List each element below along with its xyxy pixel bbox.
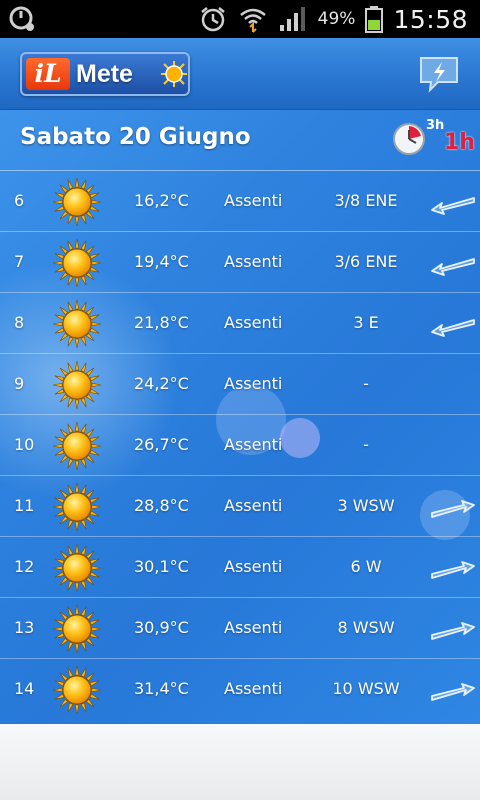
- sun-icon: [52, 665, 102, 715]
- forecast-row[interactable]: 7 19,4°C Assenti 3/6 ENE: [0, 231, 480, 292]
- wifi-icon: [239, 8, 266, 33]
- forecast-temperature: 31,4°C: [134, 679, 189, 698]
- forecast-temperature: 16,2°C: [134, 191, 189, 210]
- forecast-temperature: 30,1°C: [134, 557, 189, 576]
- sun-icon: [52, 543, 102, 593]
- sun-icon: [52, 360, 102, 410]
- interval-toggle[interactable]: 3h 1h: [392, 118, 475, 160]
- forecast-hour: 13: [14, 618, 35, 637]
- forecast-wind: 3/6 ENE: [334, 252, 398, 271]
- forecast-hour: 9: [14, 374, 25, 393]
- battery-icon: [365, 6, 384, 33]
- day-header: Sabato 20 Giugno 3h 1h: [0, 110, 480, 170]
- forecast-panel: Sabato 20 Giugno 3h 1h 6 16,2°C Assenti …: [0, 110, 480, 724]
- forecast-wind: 6 W: [350, 557, 382, 576]
- forecast-wind: 3 WSW: [337, 496, 395, 515]
- forecast-row[interactable]: 11 28,8°C Assenti 3 WSW: [0, 475, 480, 536]
- forecast-precipitation: Assenti: [224, 679, 283, 698]
- forecast-temperature: 30,9°C: [134, 618, 189, 637]
- clock-icon: [393, 123, 425, 155]
- day-title: Sabato 20 Giugno: [20, 124, 251, 150]
- forecast-hour: 8: [14, 313, 25, 332]
- forecast-row[interactable]: 12 30,1°C Assenti 6 W: [0, 536, 480, 597]
- forecast-hour: 14: [14, 679, 35, 698]
- forecast-precipitation: Assenti: [224, 557, 283, 576]
- sync-icon: [9, 6, 34, 31]
- forecast-precipitation: Assenti: [224, 496, 283, 515]
- wind-direction-icon: [430, 368, 476, 400]
- wind-direction-icon: [430, 307, 476, 339]
- forecast-temperature: 26,7°C: [134, 435, 189, 454]
- forecast-wind: -: [363, 374, 369, 393]
- wind-direction-icon: [430, 490, 476, 522]
- forecast-row[interactable]: 14 31,4°C Assenti 10 WSW: [0, 658, 480, 719]
- sun-icon: [52, 177, 102, 227]
- forecast-wind: 3/8 ENE: [334, 191, 398, 210]
- interval-1h-option[interactable]: 1h: [444, 130, 475, 155]
- forecast-precipitation: Assenti: [224, 252, 283, 271]
- forecast-row[interactable]: 6 16,2°C Assenti 3/8 ENE: [0, 170, 480, 231]
- forecast-precipitation: Assenti: [224, 618, 283, 637]
- forecast-precipitation: Assenti: [224, 374, 283, 393]
- forecast-wind: -: [363, 435, 369, 454]
- wind-direction-icon: [430, 673, 476, 705]
- forecast-temperature: 24,2°C: [134, 374, 189, 393]
- footer-area: [0, 724, 480, 800]
- logo-text: Mete: [76, 60, 133, 88]
- forecast-wind: 8 WSW: [337, 618, 395, 637]
- forecast-hour: 6: [14, 191, 25, 210]
- alarm-icon: [200, 7, 225, 32]
- forecast-precipitation: Assenti: [224, 435, 283, 454]
- sun-icon: [52, 238, 102, 288]
- wind-direction-icon: [430, 612, 476, 644]
- wind-direction-icon: [430, 246, 476, 278]
- logo-sun-icon: [161, 61, 187, 87]
- forecast-wind: 3 E: [353, 313, 379, 332]
- forecast-temperature: 19,4°C: [134, 252, 189, 271]
- forecast-row[interactable]: 10 26,7°C Assenti -: [0, 414, 480, 475]
- forecast-row[interactable]: 8 21,8°C Assenti 3 E: [0, 292, 480, 353]
- forecast-hour: 7: [14, 252, 25, 271]
- forecast-precipitation: Assenti: [224, 191, 283, 210]
- forecast-wind: 10 WSW: [332, 679, 400, 698]
- wind-direction-icon: [430, 551, 476, 583]
- status-time: 15:58: [393, 4, 468, 34]
- forecast-temperature: 21,8°C: [134, 313, 189, 332]
- forecast-list: 6 16,2°C Assenti 3/8 ENE 7 19,4°C Assent…: [0, 170, 480, 719]
- forecast-row[interactable]: 9 24,2°C Assenti -: [0, 353, 480, 414]
- logo-il-badge: iL: [26, 58, 70, 90]
- app-header: iL Mete: [0, 38, 480, 110]
- interval-3h-option[interactable]: 3h: [426, 118, 444, 133]
- forecast-hour: 11: [14, 496, 35, 515]
- wind-direction-icon: [430, 185, 476, 217]
- forecast-precipitation: Assenti: [224, 313, 283, 332]
- forecast-temperature: 28,8°C: [134, 496, 189, 515]
- battery-percent: 49%: [317, 9, 356, 29]
- status-bar: 49% 15:58: [0, 0, 480, 38]
- sun-icon: [52, 421, 102, 471]
- forecast-hour: 12: [14, 557, 35, 576]
- app-logo[interactable]: iL Mete: [20, 52, 190, 96]
- forecast-hour: 10: [14, 435, 35, 454]
- signal-icon: [279, 7, 305, 31]
- forecast-row[interactable]: 13 30,9°C Assenti 8 WSW: [0, 597, 480, 658]
- sun-icon: [52, 299, 102, 349]
- wind-direction-icon: [430, 429, 476, 461]
- flash-news-button[interactable]: [418, 54, 460, 94]
- sun-icon: [52, 604, 102, 654]
- sun-icon: [52, 482, 102, 532]
